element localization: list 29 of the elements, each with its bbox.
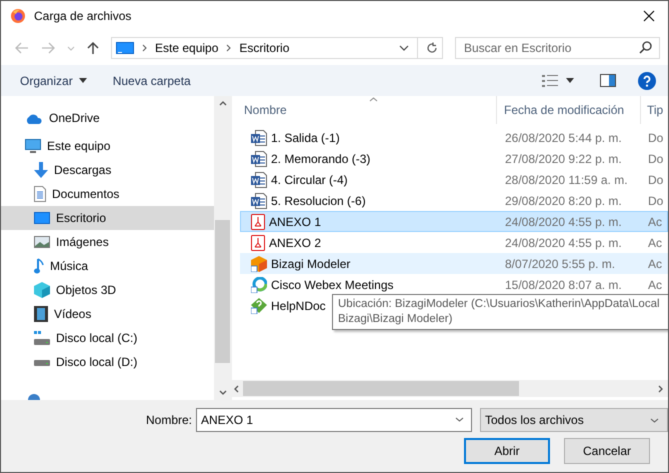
file-name: 2. Memorando (-3) bbox=[271, 152, 370, 166]
file-type: Ac bbox=[647, 214, 664, 228]
file-name: 5. Resolucion (-6) bbox=[271, 194, 366, 208]
tooltip-text: Ubicación: BizagiModeler (C:\Usuarios\Katherin\AppData\Local bbox=[338, 297, 661, 312]
tooltip-text: Bizagi\Bizagi Modeler) bbox=[338, 312, 454, 327]
modified-date: 27/08/2020 9:22 p. m. bbox=[504, 152, 623, 166]
modified-date: 26/08/2020 5:44 p. m. bbox=[504, 130, 623, 144]
file-name: 4. Circular (-4) bbox=[271, 172, 348, 186]
file-type: Do bbox=[647, 172, 664, 186]
file-type: Ac bbox=[647, 278, 664, 292]
file-type: Do bbox=[647, 194, 664, 208]
modified-date: 24/08/2020 4:55 p. m. bbox=[504, 236, 623, 250]
modified-date: 29/08/2020 8:20 p. m. bbox=[504, 194, 623, 208]
modified-date: 8/07/2020 5:55 p. m. bbox=[504, 256, 616, 270]
filename-label: Nombre: bbox=[146, 413, 192, 427]
file-name: 1. Salida (-1) bbox=[271, 130, 340, 144]
file-name: Cisco Webex Meetings bbox=[271, 278, 394, 292]
file-type: Do bbox=[647, 130, 664, 144]
file-type: Ac bbox=[647, 236, 664, 250]
window-title: Carga de archivos bbox=[34, 9, 132, 23]
file-type: Do bbox=[647, 152, 664, 166]
file-name: ANEXO 1 bbox=[269, 214, 322, 228]
modified-date: 24/08/2020 4:55 p. m. bbox=[504, 214, 623, 228]
file-type: Ac bbox=[647, 256, 664, 270]
modified-date: 28/08/2020 11:59 a. m. bbox=[504, 172, 629, 186]
modified-date: 15/08/2020 8:07 a. m. bbox=[504, 278, 623, 292]
file-name: HelpNDoc bbox=[271, 298, 326, 312]
file-name: ANEXO 2 bbox=[269, 236, 322, 250]
file-name: Bizagi Modeler bbox=[271, 256, 350, 270]
